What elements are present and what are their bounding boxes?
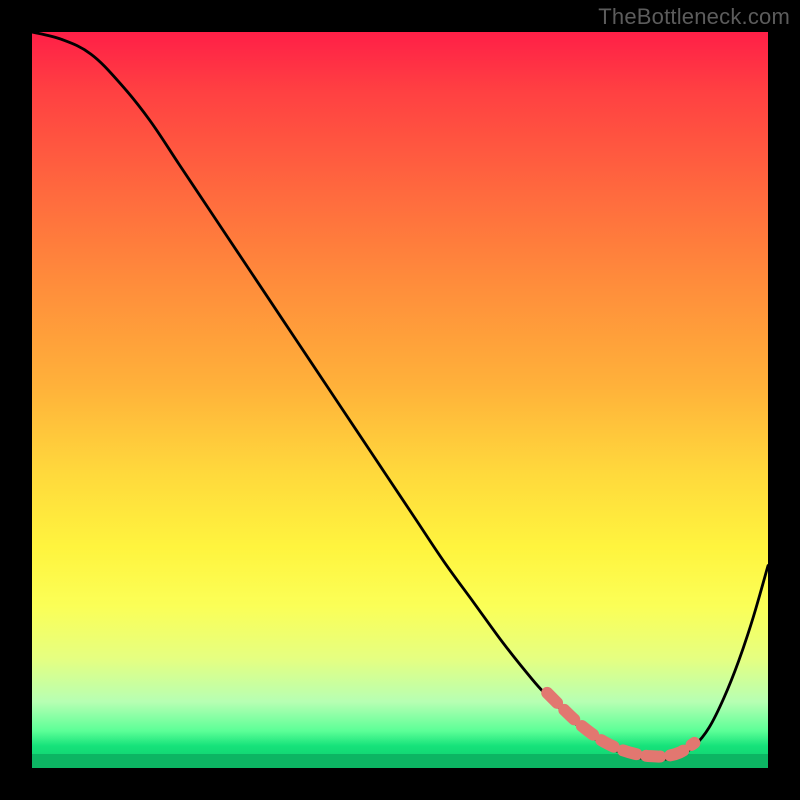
optimal-band-marker — [547, 693, 694, 757]
watermark-text: TheBottleneck.com — [598, 4, 790, 30]
bottleneck-curve — [32, 32, 768, 760]
chart-frame: TheBottleneck.com — [0, 0, 800, 800]
plot-area — [32, 32, 768, 768]
chart-svg — [32, 32, 768, 768]
